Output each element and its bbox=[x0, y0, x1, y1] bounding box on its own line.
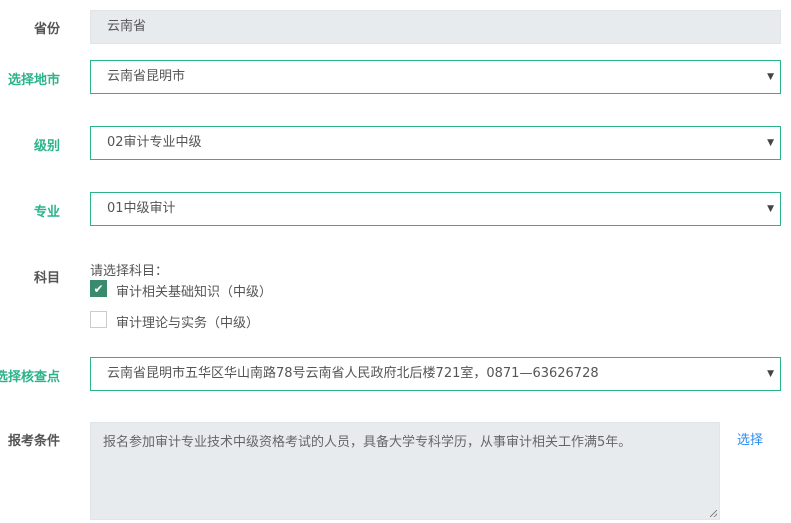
major-select[interactable]: 01中级审计 ▼ bbox=[90, 192, 781, 226]
province-field: 云南省 bbox=[90, 10, 781, 44]
chevron-down-icon: ▼ bbox=[767, 138, 774, 148]
select-link[interactable]: 选择 bbox=[737, 429, 763, 448]
chevron-down-icon: ▼ bbox=[767, 369, 774, 379]
level-value: 02审计专业中级 bbox=[107, 135, 202, 150]
city-label: 选择地市 bbox=[7, 73, 60, 88]
subject-option-label: 审计理论与实务（中级） bbox=[116, 316, 260, 331]
subject-checkbox-2[interactable] bbox=[90, 311, 107, 328]
city-value: 云南省昆明市 bbox=[107, 69, 186, 84]
level-select[interactable]: 02审计专业中级 ▼ bbox=[90, 126, 781, 160]
province-label: 省份 bbox=[33, 22, 60, 37]
check-icon: ✔ bbox=[93, 282, 104, 296]
conditions-textarea[interactable]: 报名参加审计专业技术中级资格考试的人员，具备大学专科学历，从事审计相关工作满5年… bbox=[90, 422, 720, 520]
chevron-down-icon: ▼ bbox=[767, 204, 774, 214]
city-select[interactable]: 云南省昆明市 ▼ bbox=[90, 60, 781, 94]
subject-checkbox-1[interactable]: ✔ bbox=[90, 280, 107, 297]
conditions-text: 报名参加审计专业技术中级资格考试的人员，具备大学专科学历，从事审计相关工作满5年… bbox=[103, 435, 632, 450]
site-value: 云南省昆明市五华区华山南路78号云南省人民政府北后楼721室，0871—6362… bbox=[107, 366, 599, 381]
subject-prompt: 请选择科目： bbox=[90, 264, 169, 279]
conditions-label: 报考条件 bbox=[7, 434, 60, 449]
subject-option-label: 审计相关基础知识（中级） bbox=[116, 285, 273, 300]
major-label: 专业 bbox=[33, 205, 60, 220]
major-value: 01中级审计 bbox=[107, 201, 176, 216]
subject-label: 科目 bbox=[33, 271, 60, 286]
chevron-down-icon: ▼ bbox=[767, 72, 774, 82]
resize-handle-icon[interactable] bbox=[710, 510, 717, 517]
level-label: 级别 bbox=[33, 139, 60, 154]
site-select[interactable]: 云南省昆明市五华区华山南路78号云南省人民政府北后楼721室，0871—6362… bbox=[90, 357, 781, 391]
site-label: 选择核查点 bbox=[0, 370, 60, 385]
